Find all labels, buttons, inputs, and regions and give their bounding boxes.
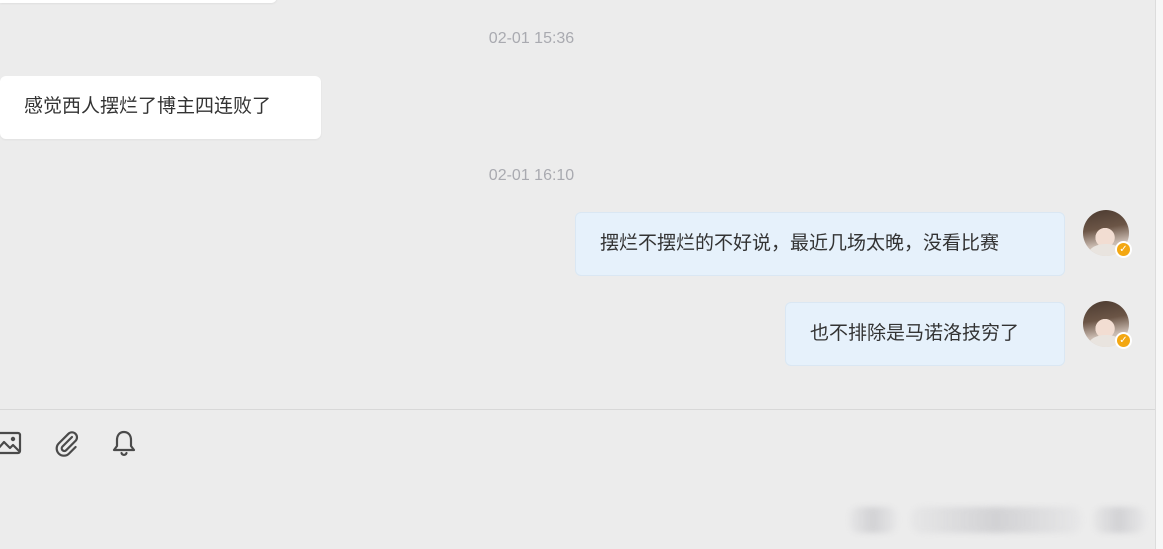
avatar[interactable]: ✓	[1083, 210, 1132, 258]
previous-message-bubble	[0, 0, 277, 3]
bell-icon[interactable]	[109, 428, 139, 458]
verified-badge-icon: ✓	[1115, 241, 1132, 258]
blurred-element	[849, 507, 897, 533]
timestamp: 02-01 15:36	[488, 30, 575, 47]
blurred-element	[1093, 507, 1145, 533]
paperclip-icon[interactable]	[51, 428, 81, 458]
send-button-area[interactable]	[847, 501, 1147, 541]
chat-panel: 02-01 15:36 感觉西人摆烂了博主四连败了 02-01 16:10 摆烂…	[0, 0, 1155, 549]
message-bubble-outgoing: 也不排除是马诺洛技穷了	[785, 302, 1065, 366]
blurred-element	[911, 507, 1081, 533]
scrollbar[interactable]	[1155, 0, 1163, 549]
image-icon[interactable]	[0, 428, 23, 458]
verified-badge-icon: ✓	[1115, 332, 1132, 349]
message-bubble-outgoing: 摆烂不摆烂的不好说，最近几场太晚，没看比赛	[575, 212, 1065, 276]
avatar[interactable]: ✓	[1083, 301, 1132, 349]
timestamp: 02-01 16:10	[488, 167, 575, 184]
message-bubble-incoming: 感觉西人摆烂了博主四连败了	[0, 76, 321, 139]
